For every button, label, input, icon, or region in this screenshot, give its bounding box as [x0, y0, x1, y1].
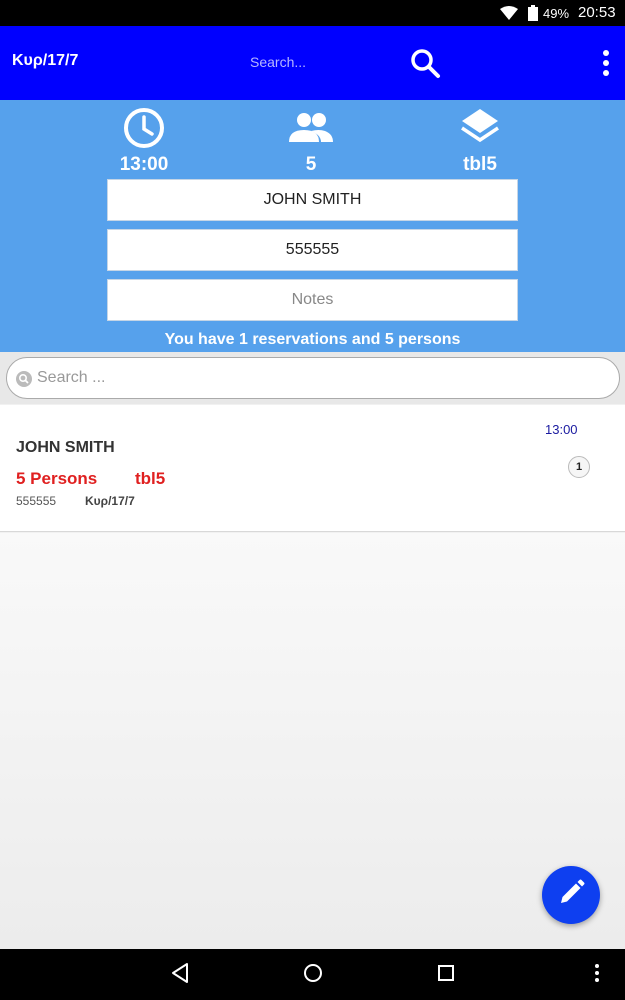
list-item[interactable]: JOHN SMITH 5 Persons tbl5 555555 Κυρ/17/…	[0, 405, 625, 532]
search-input[interactable]	[250, 50, 400, 74]
battery-percent: 49%	[543, 6, 570, 21]
reservation-summary: You have 1 reservations and 5 persons	[164, 331, 461, 348]
list-search-bar	[0, 352, 625, 404]
name-field[interactable]: JOHN SMITH	[107, 179, 518, 221]
reservation-persons: 5 Persons	[16, 469, 98, 488]
persons-stat[interactable]: 5	[256, 106, 366, 176]
home-icon[interactable]	[302, 962, 324, 989]
reservation-name: JOHN SMITH	[16, 439, 115, 456]
list-empty-area	[0, 533, 625, 949]
system-nav-bar	[0, 949, 625, 1000]
list-search-box[interactable]	[6, 357, 620, 399]
time-stat[interactable]: 13:00	[89, 106, 199, 176]
pencil-icon	[556, 878, 586, 913]
clock-time: 20:53	[578, 4, 616, 21]
recents-icon[interactable]	[436, 962, 456, 989]
layers-icon	[425, 106, 535, 150]
time-value: 13:00	[119, 154, 169, 175]
table-stat[interactable]: tbl5	[425, 106, 535, 176]
search-icon[interactable]	[408, 46, 442, 80]
more-vert-icon[interactable]	[592, 962, 602, 989]
reservation-form-panel: 13:00 5 tbl5 JOHN SMITH 555555 Notes You…	[0, 100, 625, 352]
reservation-count-badge: 1	[568, 456, 590, 478]
more-vert-icon[interactable]	[596, 48, 616, 78]
reservation-time: 13:00	[545, 422, 578, 437]
people-icon	[256, 106, 366, 150]
clock-icon	[89, 106, 199, 150]
reservation-phone: 555555	[16, 494, 57, 508]
wifi-icon	[500, 6, 518, 25]
app-title: Κυρ/17/7	[12, 52, 79, 69]
table-value: tbl5	[463, 154, 497, 175]
persons-value: 5	[305, 154, 317, 175]
reservation-table: tbl5	[135, 469, 166, 488]
status-bar: 49% 20:53	[0, 0, 625, 26]
phone-field[interactable]: 555555	[107, 229, 518, 271]
back-icon[interactable]	[170, 962, 190, 989]
list-search-input[interactable]	[37, 366, 597, 390]
battery-icon	[528, 5, 538, 26]
notes-field[interactable]: Notes	[107, 279, 518, 321]
reservation-date: Κυρ/17/7	[85, 494, 135, 508]
search-icon	[16, 371, 32, 392]
app-bar: Κυρ/17/7	[0, 26, 625, 100]
edit-fab-button[interactable]	[542, 866, 600, 924]
